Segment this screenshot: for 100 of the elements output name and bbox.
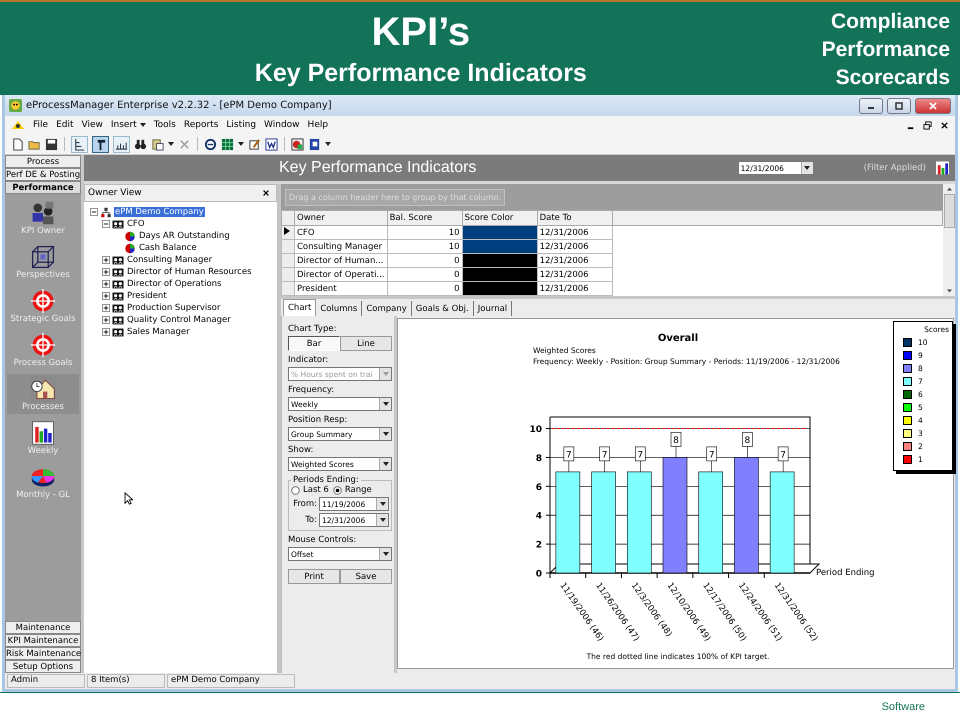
bar-chart-icon[interactable] xyxy=(936,161,949,175)
menu-item[interactable]: Edit xyxy=(56,120,74,130)
minimize-button[interactable] xyxy=(859,98,883,114)
radio-button[interactable]: Last 6 xyxy=(291,485,329,495)
axis-tick-label: 0 xyxy=(536,570,542,580)
scroll-down-icon[interactable] xyxy=(946,289,952,293)
new-document-icon[interactable] xyxy=(11,138,24,150)
tree-item[interactable]: Days AR Outstanding xyxy=(138,231,231,241)
table-cell: Director of Human... xyxy=(294,254,388,268)
data-label: 7 xyxy=(599,446,610,472)
close-icon[interactable] xyxy=(940,120,949,130)
expand-icon[interactable] xyxy=(102,328,110,336)
close-button[interactable] xyxy=(915,98,951,114)
toggle-button[interactable]: Bar xyxy=(288,336,340,351)
image-icon[interactable] xyxy=(291,138,304,150)
scrollbar[interactable] xyxy=(943,184,955,296)
expand-icon[interactable] xyxy=(102,256,110,264)
nav-item-label: KPI Owner xyxy=(21,226,65,236)
pie-chart-icon xyxy=(124,242,136,254)
column-header[interactable]: Owner xyxy=(294,210,388,226)
nav-item-label: Process Goals xyxy=(14,358,72,368)
axis-tick-label: 6 xyxy=(536,482,542,493)
data-label: 7 xyxy=(602,450,608,460)
expand-icon[interactable] xyxy=(102,304,110,312)
nav-group-button[interactable]: KPI Maintenance xyxy=(5,634,81,647)
binoculars-icon[interactable] xyxy=(134,138,147,150)
radio-button[interactable]: Range xyxy=(332,485,372,495)
menu-item[interactable]: Insert xyxy=(110,120,146,130)
tree-item[interactable]: Production Supervisor xyxy=(126,303,222,313)
nav-group-button[interactable]: Process xyxy=(5,155,81,168)
export-icon[interactable] xyxy=(308,138,321,150)
nav-group-button[interactable]: Maintenance xyxy=(5,621,81,634)
restore-icon[interactable] xyxy=(923,120,932,130)
layout-toggle-button[interactable] xyxy=(71,136,88,152)
table-cell: 12/31/2006 xyxy=(537,268,612,282)
layout-toggle-button[interactable] xyxy=(113,136,130,152)
menu-item[interactable]: Reports xyxy=(184,120,218,130)
grid-icon[interactable] xyxy=(221,138,234,150)
tree-item[interactable]: ePM Demo Company xyxy=(114,207,205,217)
column-header[interactable]: Bal. Score xyxy=(387,210,462,226)
browser-icon[interactable] xyxy=(204,138,217,150)
clipboard-icon[interactable] xyxy=(151,138,164,150)
close-icon[interactable] xyxy=(262,189,270,197)
menu-item[interactable]: Help xyxy=(308,120,328,130)
column-header[interactable]: Score Color xyxy=(462,210,538,226)
field-label: Indicator: xyxy=(288,355,330,365)
expand-icon[interactable] xyxy=(102,292,110,300)
tree-item[interactable]: Quality Control Manager xyxy=(126,315,232,325)
tree-item[interactable]: Sales Manager xyxy=(126,327,191,337)
toggle-button[interactable]: Line xyxy=(340,336,392,351)
menu-item[interactable]: Window xyxy=(264,120,300,130)
menu-item[interactable]: File xyxy=(33,120,48,130)
collapse-icon[interactable] xyxy=(90,208,98,216)
document-icon[interactable] xyxy=(265,138,278,150)
app-icon xyxy=(11,119,25,131)
nav-group-button[interactable]: Perf DE & Posting xyxy=(5,168,81,181)
status-panel: ePM Demo Company xyxy=(167,674,295,688)
nav-item-label: Monthly - GL xyxy=(16,490,70,500)
menu-item[interactable]: View xyxy=(82,120,103,130)
nav-group-button[interactable]: Performance xyxy=(5,181,81,194)
tree-item[interactable]: Director of Operations xyxy=(126,279,222,289)
axis-title: Period Ending xyxy=(816,568,875,578)
header-tagline: Scorecards xyxy=(836,65,950,91)
maximize-button[interactable] xyxy=(887,98,911,114)
tree-item[interactable]: President xyxy=(126,291,168,301)
table-cell: 0 xyxy=(387,254,462,268)
group-box-title: Periods Ending: xyxy=(292,475,360,485)
collapse-icon[interactable] xyxy=(102,220,110,228)
axis-tick-label: 2 xyxy=(536,540,542,551)
save-icon[interactable] xyxy=(45,138,58,150)
panel-title: Owner View xyxy=(88,188,142,198)
action-button[interactable]: Print xyxy=(288,569,340,584)
caret-icon xyxy=(804,166,810,170)
delete-icon[interactable] xyxy=(178,138,191,150)
data-label: 7 xyxy=(564,446,574,472)
tree-item[interactable]: Cash Balance xyxy=(138,243,198,253)
menu-item[interactable]: Tools xyxy=(154,120,176,130)
action-button[interactable]: Save xyxy=(340,569,392,584)
tree-item[interactable]: CFO xyxy=(126,219,146,229)
expand-icon[interactable] xyxy=(102,268,110,276)
close-icon xyxy=(928,102,938,110)
data-label: 8 xyxy=(742,432,753,458)
nav-group-button[interactable]: Risk Maintenance xyxy=(5,647,81,660)
layout-toggle-button[interactable] xyxy=(92,136,109,152)
caret-icon xyxy=(380,518,386,522)
data-label: 8 xyxy=(670,432,682,458)
column-header[interactable]: Date To xyxy=(537,210,612,226)
row-selector[interactable] xyxy=(282,226,294,240)
menu-item[interactable]: Listing xyxy=(226,120,256,130)
tab[interactable]: Chart xyxy=(283,299,316,316)
scroll-up-icon[interactable] xyxy=(946,187,952,191)
expand-icon[interactable] xyxy=(102,316,110,324)
people-icon xyxy=(112,278,124,290)
nav-group-button[interactable]: Setup Options xyxy=(5,660,81,673)
tree-item[interactable]: Consulting Manager xyxy=(126,255,214,265)
scroll-thumb[interactable] xyxy=(944,194,954,228)
tree-item[interactable]: Director of Human Resources xyxy=(126,267,253,277)
edit-icon[interactable] xyxy=(248,138,261,150)
caret-icon xyxy=(380,502,386,506)
expand-icon[interactable] xyxy=(102,280,110,288)
